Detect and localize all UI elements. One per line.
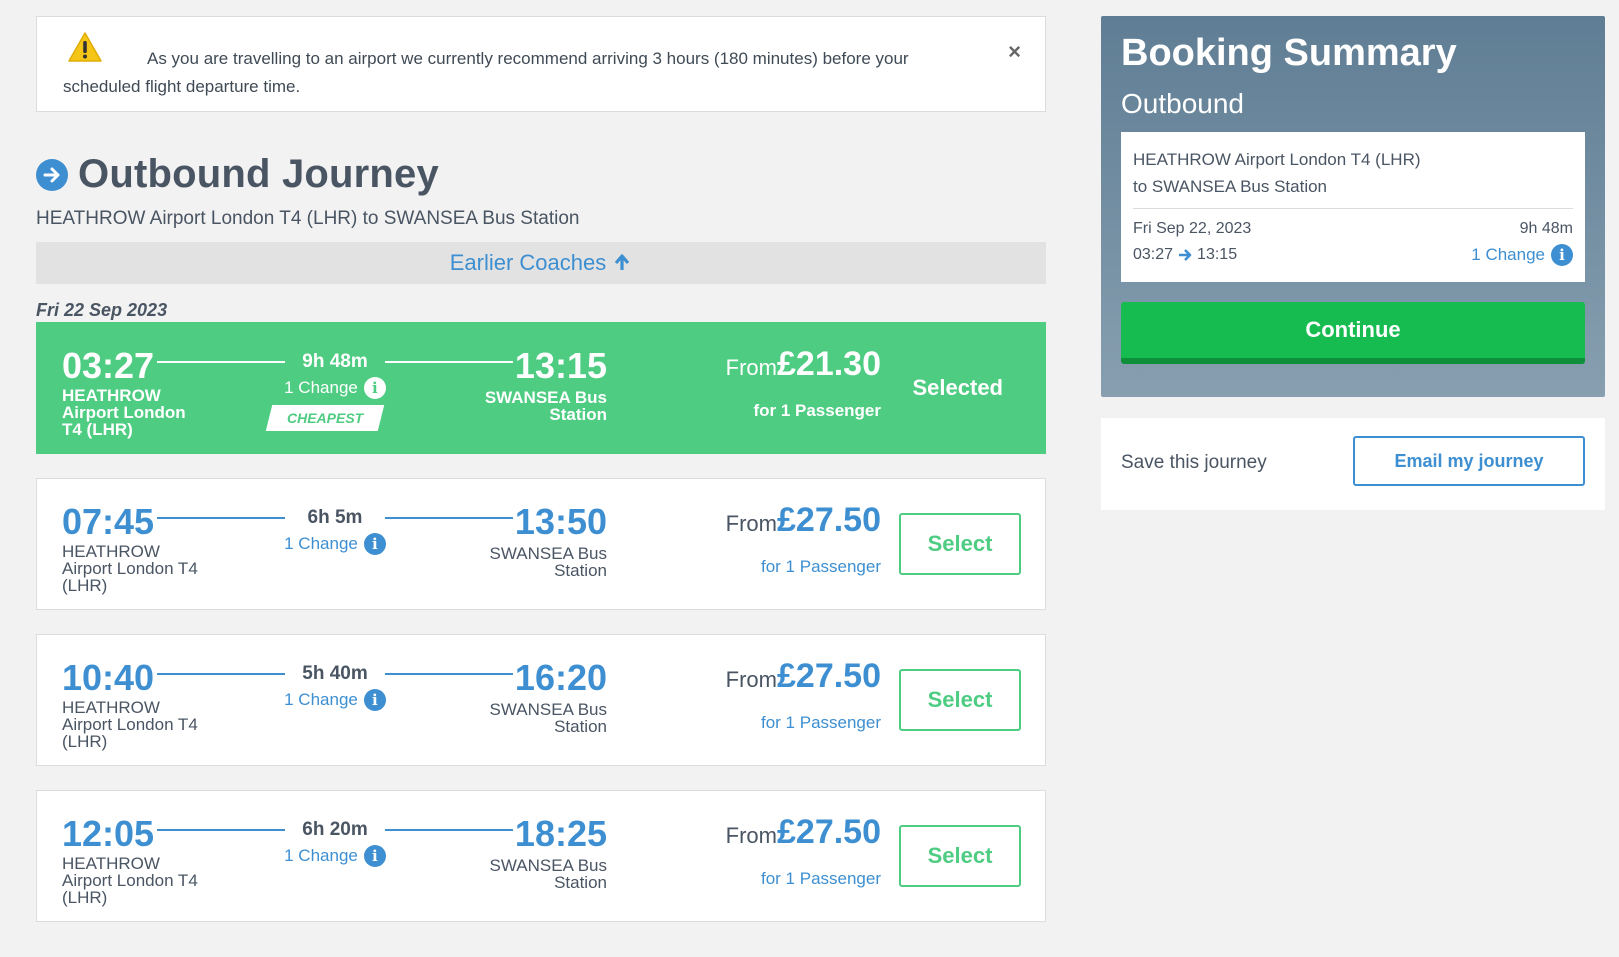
timeline-line [157, 517, 285, 519]
earlier-coaches-button[interactable]: Earlier Coaches [36, 242, 1046, 284]
price-from-label: From [725, 511, 777, 536]
departure-time: 07:45 [62, 501, 155, 542]
cheapest-badge: CHEAPEST [265, 405, 385, 431]
departure-time: 03:27 [62, 345, 155, 386]
journey-card[interactable]: 03:27 9h 48m 13:15 1 Change i HEATHROW A… [36, 322, 1046, 454]
summary-times: 03:27 13:15 [1133, 246, 1237, 264]
journey-duration: 5h 40m [302, 663, 368, 684]
journey-card[interactable]: 07:45 6h 5m 13:50 1 Change i HEATHROW Ai… [36, 478, 1046, 610]
summary-journey-box: HEATHROW Airport London T4 (LHR) to SWAN… [1121, 132, 1585, 282]
journey-duration: 6h 20m [302, 819, 368, 840]
price-block: From£27.50 [726, 813, 881, 852]
passenger-count: for 1 Passenger [760, 713, 881, 732]
continue-button[interactable]: Continue [1121, 302, 1585, 364]
arrival-station: SWANSEA Bus Station [489, 700, 607, 736]
info-icon[interactable]: i [363, 689, 386, 711]
alert-message: As you are travelling to an airport we c… [63, 49, 909, 96]
summary-title: Booking Summary [1121, 32, 1457, 74]
price-from-label: From [725, 355, 777, 380]
outbound-heading: Outbound Journey [36, 152, 439, 197]
arrival-time: 16:20 [514, 657, 607, 698]
earlier-coaches-label: Earlier Coaches [449, 250, 607, 275]
arrival-station: SWANSEA Bus Station [484, 388, 607, 424]
arrival-time: 13:15 [514, 345, 607, 386]
timeline-line [385, 829, 513, 831]
summary-dep-time: 03:27 [1133, 246, 1174, 263]
changes-link[interactable]: 1 Change i [275, 533, 395, 555]
timeline-line [157, 673, 285, 675]
page-title: Outbound Journey [78, 152, 439, 196]
cheapest-badge-label: CHEAPEST [286, 410, 364, 426]
summary-route-line1: HEATHROW Airport London T4 (LHR) [1133, 150, 1421, 169]
journey-card[interactable]: 10:40 5h 40m 16:20 1 Change i HEATHROW A… [36, 634, 1046, 766]
info-icon[interactable]: i [363, 533, 386, 555]
journey-card[interactable]: 12:05 6h 20m 18:25 1 Change i HEATHROW A… [36, 790, 1046, 922]
journey-duration: 6h 5m [307, 507, 363, 528]
summary-arr-time: 13:15 [1197, 246, 1238, 263]
email-journey-button[interactable]: Email my journey [1353, 436, 1585, 486]
select-button[interactable]: Select [899, 825, 1021, 887]
summary-changes-link[interactable]: 1 Change i [1471, 244, 1573, 266]
arrival-time: 13:50 [514, 501, 607, 542]
save-journey-label: Save this journey [1121, 452, 1267, 473]
selected-status: Selected [912, 375, 1004, 400]
price-block: From£27.50 [726, 657, 881, 696]
changes-label: 1 Change [284, 378, 358, 397]
select-button[interactable]: Select [899, 669, 1021, 731]
journey-duration: 9h 48m [302, 351, 368, 372]
arrow-right-icon [1179, 249, 1192, 261]
price-value: £27.50 [777, 813, 881, 851]
price-from-label: From [725, 667, 777, 692]
changes-label: 1 Change [284, 846, 358, 865]
price-block: From£21.30 [726, 345, 881, 384]
arrow-up-icon [615, 254, 630, 270]
changes-label: 1 Change [284, 534, 358, 553]
info-icon[interactable]: i [1551, 244, 1573, 266]
save-journey-panel: Save this journey Email my journey [1101, 418, 1605, 510]
changes-label: 1 Change [284, 690, 358, 709]
passenger-count: for 1 Passenger [760, 869, 881, 888]
summary-duration: 9h 48m [1519, 220, 1573, 237]
departure-station: HEATHROW Airport London T4 (LHR) [62, 386, 186, 439]
departure-time: 12:05 [62, 813, 155, 854]
journey-date: Fri 22 Sep 2023 [36, 300, 168, 320]
route-subtitle: HEATHROW Airport London T4 (LHR) to SWAN… [36, 208, 580, 229]
timeline-line [385, 361, 513, 363]
airport-arrival-alert: As you are travelling to an airport we c… [36, 16, 1046, 112]
summary-date: Fri Sep 22, 2023 [1133, 220, 1252, 237]
timeline-line [385, 517, 513, 519]
departure-time: 10:40 [62, 657, 155, 698]
summary-route-line2: to SWANSEA Bus Station [1133, 177, 1328, 196]
passenger-count: for 1 Passenger [753, 401, 881, 420]
select-button[interactable]: Select [899, 513, 1021, 575]
price-value: £21.30 [777, 345, 881, 383]
arrival-station: SWANSEA Bus Station [489, 856, 607, 892]
info-icon[interactable]: i [363, 845, 386, 867]
info-icon[interactable]: i [363, 377, 386, 399]
passenger-count: for 1 Passenger [760, 557, 881, 576]
timeline-line [385, 673, 513, 675]
arrow-right-circle-icon [36, 158, 68, 191]
changes-link[interactable]: 1 Change i [275, 845, 395, 867]
summary-changes-label: 1 Change [1471, 245, 1545, 264]
close-icon[interactable]: × [1008, 39, 1021, 65]
price-from-label: From [725, 823, 777, 848]
changes-link[interactable]: 1 Change i [275, 377, 395, 399]
price-value: £27.50 [777, 501, 881, 539]
timeline-line [157, 361, 285, 363]
booking-summary-panel: Booking Summary Outbound HEATHROW Airpor… [1101, 16, 1605, 397]
price-value: £27.50 [777, 657, 881, 695]
departure-station: HEATHROW Airport London T4 (LHR) [62, 854, 198, 907]
departure-station: HEATHROW Airport London T4 (LHR) [62, 542, 198, 595]
changes-link[interactable]: 1 Change i [275, 689, 395, 711]
summary-outbound-label: Outbound [1121, 88, 1244, 119]
summary-divider [1133, 208, 1573, 209]
summary-route: HEATHROW Airport London T4 (LHR) to SWAN… [1133, 146, 1421, 200]
departure-station: HEATHROW Airport London T4 (LHR) [62, 698, 198, 751]
timeline-line [157, 829, 285, 831]
price-block: From£27.50 [726, 501, 881, 540]
arrival-station: SWANSEA Bus Station [489, 544, 607, 580]
arrival-time: 18:25 [514, 813, 607, 854]
